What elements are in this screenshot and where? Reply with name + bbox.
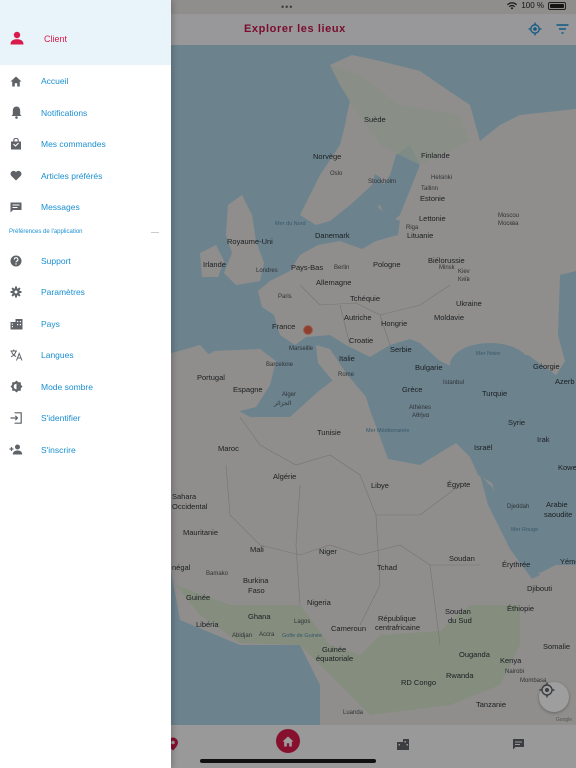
drawer-item-label: Mode sombre (41, 381, 93, 392)
drawer-item-favorites[interactable]: Articles préférés (0, 160, 171, 192)
drawer-menu-top: Accueil Notifications Mes commandes Arti… (0, 65, 171, 223)
drawer-item-label: Mes commandes (41, 139, 106, 149)
drawer-menu-bottom: Support Paramètres Pays Langues Mode som… (0, 245, 171, 466)
bag-icon (9, 137, 23, 151)
navigation-drawer: Client Accueil Notifications Mes command… (0, 0, 171, 768)
profile-label: Client (44, 34, 68, 44)
drawer-item-home[interactable]: Accueil (0, 65, 171, 97)
drawer-item-signup[interactable]: S'inscrire (0, 434, 171, 466)
drawer-item-dark-mode[interactable]: Mode sombre (0, 371, 171, 403)
drawer-item-label: S'inscrire (41, 444, 76, 455)
drawer-item-notifications[interactable]: Notifications (0, 97, 171, 129)
drawer-item-label: Langues (41, 350, 74, 360)
drawer-item-label: Notifications (41, 107, 88, 118)
drawer-item-settings[interactable]: Paramètres (0, 276, 171, 308)
drawer-item-label: Paramètres (41, 287, 85, 297)
login-icon (9, 411, 23, 425)
drawer-item-support[interactable]: Support (0, 245, 171, 277)
section-title-label: Préférences de l'application (9, 228, 83, 235)
drawer-item-label: Accueil (41, 76, 69, 86)
user-icon (10, 31, 24, 50)
drawer-item-country[interactable]: Pays (0, 308, 171, 340)
message-icon (9, 200, 23, 214)
drawer-profile-header[interactable]: Client (0, 0, 171, 65)
drawer-item-label: Articles préférés (41, 170, 103, 181)
add-user-icon (9, 443, 23, 457)
home-icon (9, 74, 23, 88)
heart-icon (9, 169, 23, 183)
drawer-item-label: S'identifier (41, 413, 81, 423)
drawer-item-label: Pays (41, 318, 60, 329)
section-divider (151, 231, 159, 233)
preferences-section-title: Préférences de l'application (0, 223, 171, 245)
drawer-item-label: Support (41, 255, 71, 266)
drawer-item-login[interactable]: S'identifier (0, 402, 171, 434)
drawer-item-orders[interactable]: Mes commandes (0, 128, 171, 160)
gear-icon (9, 285, 23, 299)
translate-icon (9, 348, 23, 362)
city-icon (9, 317, 23, 331)
drawer-item-languages[interactable]: Langues (0, 339, 171, 371)
drawer-item-label: Messages (41, 202, 80, 212)
bell-icon (9, 106, 23, 120)
brightness-icon (9, 380, 23, 394)
drawer-item-messages[interactable]: Messages (0, 191, 171, 223)
help-icon (9, 254, 23, 268)
